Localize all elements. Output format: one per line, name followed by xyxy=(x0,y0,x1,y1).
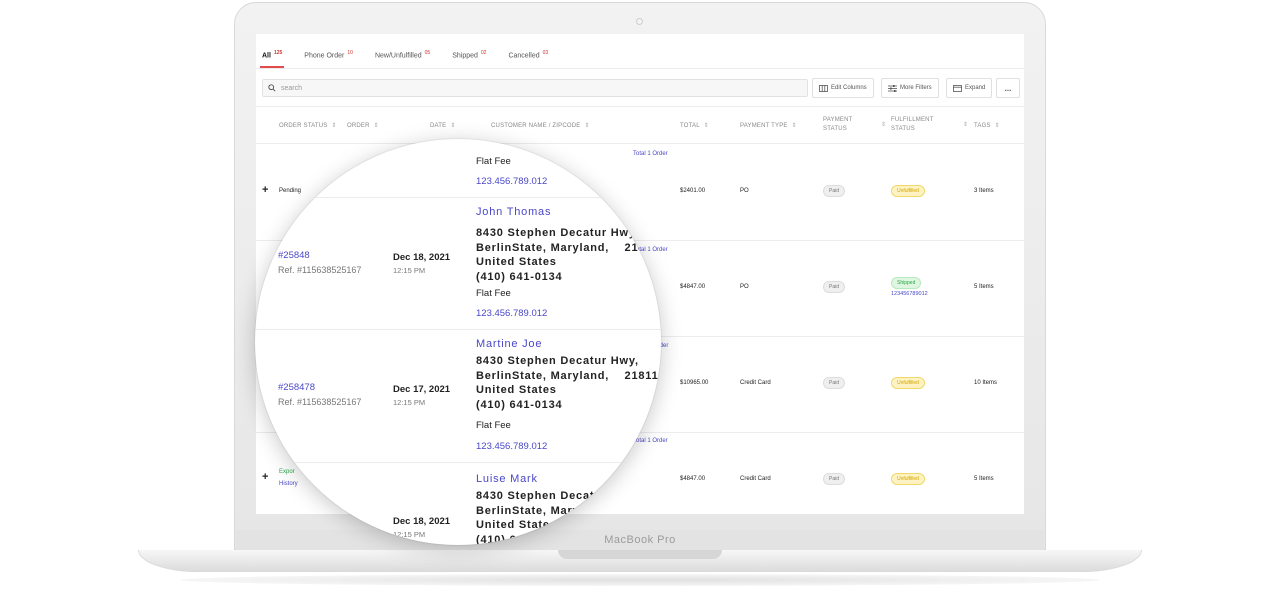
col-payment-status[interactable]: PAYMENT STATUS xyxy=(823,116,853,134)
search-input[interactable]: search xyxy=(262,79,808,97)
tab-divider xyxy=(256,68,1024,69)
payment-status-badge: Paid xyxy=(823,185,846,197)
payment-type: Credit Card xyxy=(740,380,771,386)
sort-icon: ⇕ xyxy=(791,123,797,129)
order-date: Dec 18, 2021 xyxy=(393,516,451,527)
sort-icon: ⇕ xyxy=(331,123,337,129)
tab-count: 03 xyxy=(542,50,549,56)
customer-phone-link[interactable]: 123.456.789.012 xyxy=(476,176,547,187)
order-reference: Ref. #115638525167 xyxy=(278,265,362,275)
tab-phone-order[interactable]: Phone Order 10 xyxy=(304,44,353,70)
col-tags[interactable]: TAGS ⇕ xyxy=(974,122,1000,131)
col-total[interactable]: TOTAL ⇕ xyxy=(680,122,709,131)
sort-icon: ⇕ xyxy=(373,123,379,129)
expand-button[interactable]: Expand xyxy=(946,78,993,98)
more-filters-button[interactable]: More Filters xyxy=(881,78,939,98)
history-link[interactable]: History xyxy=(279,481,298,487)
fulfillment-status-badge: Shipped xyxy=(891,277,922,289)
order-tabs: All 125 Phone Order 10 New/Unfulfilled 05 S… xyxy=(259,44,548,70)
payment-status-badge: Paid xyxy=(823,377,846,389)
columns-icon xyxy=(819,84,828,92)
row-divider xyxy=(255,329,661,330)
order-reference: Ref. #115638525167 xyxy=(278,397,362,407)
tab-count: 02 xyxy=(480,50,487,56)
row-divider xyxy=(255,197,661,198)
magnifier-lens: Flat Fee 123.456.789.012 John Thomas 843… xyxy=(255,139,661,545)
order-total: $4847.00 xyxy=(680,476,706,482)
camera-icon xyxy=(636,18,643,25)
tab-count: 05 xyxy=(424,50,431,56)
col-customer[interactable]: CUSTOMER NAME / ZIPCODE ⇕ xyxy=(491,122,590,131)
tab-shipped[interactable]: Shipped 02 xyxy=(452,44,486,70)
total-orders-link[interactable]: Total 1 Order xyxy=(633,151,668,157)
payment-type: PO xyxy=(740,284,749,290)
fulfillment-status-badge: Unfulfilled xyxy=(891,473,925,485)
customer-name-link[interactable]: Martine Joe xyxy=(476,338,542,350)
col-date[interactable]: DATE ⇕ xyxy=(430,122,456,131)
tab-new-unfulfilled[interactable]: New/Unfulfilled 05 xyxy=(375,44,430,70)
tab-count: 10 xyxy=(347,50,353,56)
tags-count[interactable]: 10 Items xyxy=(974,380,997,386)
col-order-status[interactable]: ORDER STATUS ⇕ xyxy=(279,122,337,131)
payment-type: Credit Card xyxy=(740,476,771,482)
expand-row-icon[interactable]: + xyxy=(262,471,268,483)
shipping-method: Flat Fee xyxy=(476,288,511,299)
customer-phone-link[interactable]: 123.456.789.012 xyxy=(476,308,547,319)
fulfillment-status-badge: Unfulfilled xyxy=(891,185,925,197)
table-header: ORDER STATUS ⇕ ORDER ⇕ DATE ⇕ CUSTOMER NAME… xyxy=(256,106,1024,144)
sort-icon[interactable]: ⇕ xyxy=(959,121,968,130)
customer-address: 8430 Stephen Decatur Hwy, BerlinState, M… xyxy=(476,227,659,283)
expand-row-icon[interactable]: + xyxy=(262,184,268,196)
sort-icon: ⇕ xyxy=(994,123,1000,129)
tags-count[interactable]: 5 Items xyxy=(974,476,994,482)
shipping-method: Flat Fee xyxy=(476,156,511,167)
sort-icon: ⇕ xyxy=(450,123,456,129)
customer-address: 8430 Stephen Decatur Hwy, BerlinState, M… xyxy=(476,355,659,411)
device-label: MacBook Pro xyxy=(604,534,676,546)
order-total: $2401.00 xyxy=(680,188,706,194)
customer-phone-link[interactable]: 123.456.789.012 xyxy=(476,441,547,452)
order-total: $4847.00 xyxy=(680,284,706,290)
order-date: Dec 17, 2021 xyxy=(393,384,451,395)
payment-type: PO xyxy=(740,188,749,194)
filter-sliders-icon xyxy=(888,84,897,92)
sort-icon: ⇕ xyxy=(584,123,590,129)
tab-all[interactable]: All 125 xyxy=(259,44,285,70)
tags-count[interactable]: 5 Items xyxy=(974,284,994,290)
col-fulfillment-status[interactable]: FULFILLMENT STATUS xyxy=(891,116,934,134)
payment-status-badge: Paid xyxy=(823,281,846,293)
order-time: 12:15 PM xyxy=(393,266,426,275)
laptop-shadow xyxy=(180,574,1100,586)
customer-address: 8430 Stephen Decatur H BerlinState, Mary… xyxy=(476,490,620,545)
order-time: 12:15 PM xyxy=(393,398,426,407)
order-status: Pending xyxy=(279,188,302,194)
laptop-notch xyxy=(558,550,722,559)
customer-name-link[interactable]: Luise Mark xyxy=(476,473,538,485)
edit-columns-button[interactable]: Edit Columns xyxy=(812,78,874,98)
tab-count: 125 xyxy=(273,50,283,56)
order-number-link[interactable]: #25848 xyxy=(278,250,310,261)
total-orders-link[interactable]: Total 1 Order xyxy=(633,438,668,444)
sort-icon[interactable]: ⇕ xyxy=(877,121,886,130)
shipping-method: Flat Fee xyxy=(476,420,511,431)
tags-count[interactable]: 3 Items xyxy=(974,188,994,194)
sort-icon: ⇕ xyxy=(703,123,710,129)
search-icon xyxy=(268,84,276,92)
order-time: 12:15 PM xyxy=(393,530,426,539)
more-options-button[interactable]: ... xyxy=(996,78,1020,98)
expand-icon xyxy=(953,84,962,92)
col-order[interactable]: ORDER ⇕ xyxy=(347,122,379,131)
order-date: Dec 18, 2021 xyxy=(393,252,451,263)
tab-cancelled[interactable]: Cancelled 03 xyxy=(508,44,548,70)
col-payment-type[interactable]: PAYMENT TYPE ⇕ xyxy=(740,122,797,131)
order-number-link[interactable]: #258478 xyxy=(278,382,315,393)
order-total: $10965.00 xyxy=(680,380,709,386)
fulfillment-status-badge: Unfulfilled xyxy=(891,377,925,389)
payment-status-badge: Paid xyxy=(823,473,846,485)
laptop-mockup: All 125 Phone Order 10 New/Unfulfilled 05 S… xyxy=(0,0,1280,594)
customer-name-link[interactable]: John Thomas xyxy=(476,206,551,218)
export-link[interactable]: Expor xyxy=(279,469,295,475)
tracking-number-link[interactable]: 123456789012 xyxy=(891,291,928,297)
row-divider xyxy=(255,462,661,463)
